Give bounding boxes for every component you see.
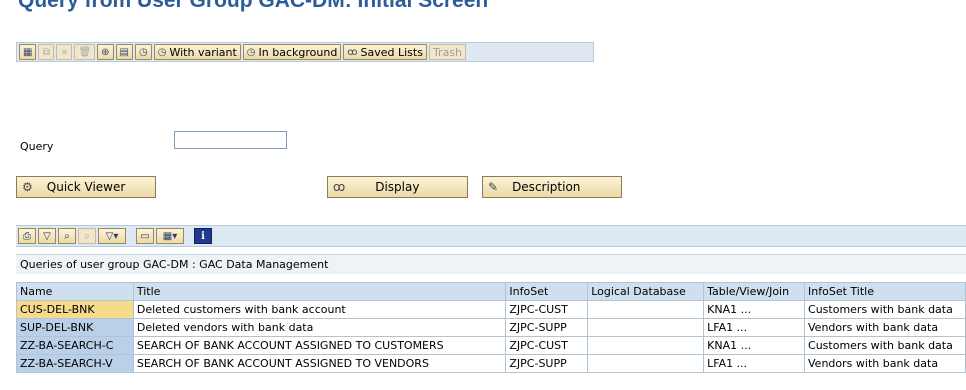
display-button[interactable]: ꝏ Display [327, 176, 468, 198]
table-cell[interactable]: Vendors with bank data [804, 318, 966, 337]
execute-icon: ▦ [23, 46, 33, 58]
execute-clock-icon: ◷ [157, 46, 167, 58]
copy-icon: ⧉ [42, 46, 51, 58]
execute-clock-icon: ◷ [246, 46, 256, 58]
table-row[interactable]: ZZ-BA-SEARCH-C SEARCH OF BANK ACCOUNT ASS… [16, 336, 966, 355]
table-cell[interactable]: ZJPC-SUPP [505, 354, 589, 373]
delete-icon: 🗑 [78, 46, 92, 58]
toolbar-icon-group: ▦ ⧉ » 🗑 ⊕ ▤ ◷ [19, 44, 152, 60]
row-name-cell[interactable]: ZZ-BA-SEARCH-C [16, 336, 134, 355]
trash-button[interactable]: Trash [428, 44, 467, 60]
row-name-cell[interactable]: CUS-DEL-BNK [16, 300, 134, 319]
glasses-icon: ꝏ [347, 46, 358, 58]
glasses-icon: ꝏ [333, 180, 346, 194]
with-variant-button[interactable]: ◷ With variant [153, 44, 241, 60]
table-cell[interactable]: Deleted customers with bank account [132, 300, 507, 319]
table-row[interactable]: CUS-DEL-BNK Deleted customers with bank a… [16, 300, 966, 319]
quick-viewer-icon: ⚙ [22, 180, 33, 194]
query-label: Query [20, 140, 54, 153]
rename-button[interactable]: » [56, 44, 73, 60]
query-input[interactable] [174, 131, 287, 149]
table-cell[interactable]: SEARCH OF BANK ACCOUNT ASSIGNED TO CUSTO… [132, 336, 507, 355]
page-title: Query from User Group GAC-DM: Initial Sc… [18, 0, 489, 12]
table-row[interactable]: SUP-DEL-BNK Deleted vendors with bank dat… [16, 318, 966, 337]
saved-lists-label: Saved Lists [360, 45, 423, 59]
layout-icon: ▤ [119, 46, 129, 58]
in-background-label: In background [258, 45, 338, 59]
table-cell[interactable] [587, 354, 705, 373]
trash-label: Trash [432, 45, 463, 59]
with-variant-label: With variant [169, 45, 237, 59]
column-header[interactable]: InfoSet Title [804, 282, 966, 301]
application-toolbar: ▦ ⧉ » 🗑 ⊕ ▤ ◷ ◷ With variant ◷ In background ꝏ… [16, 42, 594, 62]
layout-button[interactable]: ▤ [115, 44, 133, 60]
queries-table: Name Title InfoSet Logical Database Table/Vi… [16, 282, 966, 373]
column-header[interactable]: Logical Database [587, 282, 705, 301]
row-name-cell[interactable]: ZZ-BA-SEARCH-V [16, 354, 134, 373]
table-cell[interactable]: ZJPC-CUST [505, 300, 589, 319]
saved-lists-button[interactable]: ꝏ Saved Lists [343, 44, 427, 60]
table-cell[interactable]: Deleted vendors with bank data [132, 318, 507, 337]
infoset-icon: ⊕ [101, 46, 110, 58]
table-cell[interactable]: KNA1 ... [703, 300, 806, 319]
column-header[interactable]: Name [16, 282, 134, 301]
rename-icon: » [61, 46, 68, 58]
alv-toolbar: ⎙ ▽ ⌕ ⌕ ▽▾ ▭ ▦▾ i [16, 225, 966, 247]
execute-clock-button[interactable]: ◷ [135, 44, 152, 60]
table-cell[interactable]: ZJPC-SUPP [505, 318, 589, 337]
table-cell[interactable]: LFA1 ... [703, 318, 806, 337]
row-name-cell[interactable]: SUP-DEL-BNK [16, 318, 134, 337]
table-cell[interactable]: SEARCH OF BANK ACCOUNT ASSIGNED TO VENDO… [132, 354, 507, 373]
delete-button[interactable]: 🗑 [74, 44, 96, 60]
table-cell[interactable] [587, 300, 705, 319]
layout-menu-icon[interactable]: ▦▾ [156, 228, 184, 244]
display-label: Display [375, 180, 420, 194]
table-cell[interactable]: LFA1 ... [703, 354, 806, 373]
in-background-button[interactable]: ◷ In background [242, 44, 342, 60]
description-label: Description [512, 180, 581, 194]
table-cell[interactable] [587, 318, 705, 337]
filter-icon[interactable]: ▽ [38, 228, 56, 244]
execute-button[interactable]: ▦ [19, 44, 37, 60]
column-header[interactable]: InfoSet [505, 282, 589, 301]
execute-clock-icon: ◷ [139, 46, 148, 58]
table-header-row: Name Title InfoSet Logical Database Table/Vi… [16, 282, 966, 301]
table-cell[interactable]: ZJPC-CUST [505, 336, 589, 355]
table-cell[interactable]: Vendors with bank data [804, 354, 966, 373]
table-row[interactable]: ZZ-BA-SEARCH-V SEARCH OF BANK ACCOUNT ASS… [16, 354, 966, 373]
document-edit-icon: ✎ [488, 180, 499, 194]
description-button[interactable]: ✎ Description [482, 176, 622, 198]
copy-button[interactable]: ⧉ [38, 44, 55, 60]
print-preview-icon[interactable]: ▭ [136, 228, 154, 244]
table-cell[interactable]: KNA1 ... [703, 336, 806, 355]
column-header[interactable]: Title [132, 282, 507, 301]
quick-viewer-button[interactable]: ⚙ Quick Viewer [16, 176, 156, 198]
column-header[interactable]: Table/View/Join [703, 282, 806, 301]
table-cell[interactable]: Customers with bank data [804, 336, 966, 355]
find-next-icon[interactable]: ⌕ [78, 228, 96, 244]
filter-menu-icon[interactable]: ▽▾ [98, 228, 126, 244]
print-icon[interactable]: ⎙ [18, 228, 36, 244]
alv-grid-title: Queries of user group GAC-DM : GAC Data … [16, 254, 966, 274]
infoset-button[interactable]: ⊕ [97, 44, 114, 60]
table-cell[interactable] [587, 336, 705, 355]
quick-viewer-label: Quick Viewer [46, 180, 126, 194]
find-icon[interactable]: ⌕ [58, 228, 76, 244]
table-cell[interactable]: Customers with bank data [804, 300, 966, 319]
information-icon[interactable]: i [194, 228, 212, 244]
